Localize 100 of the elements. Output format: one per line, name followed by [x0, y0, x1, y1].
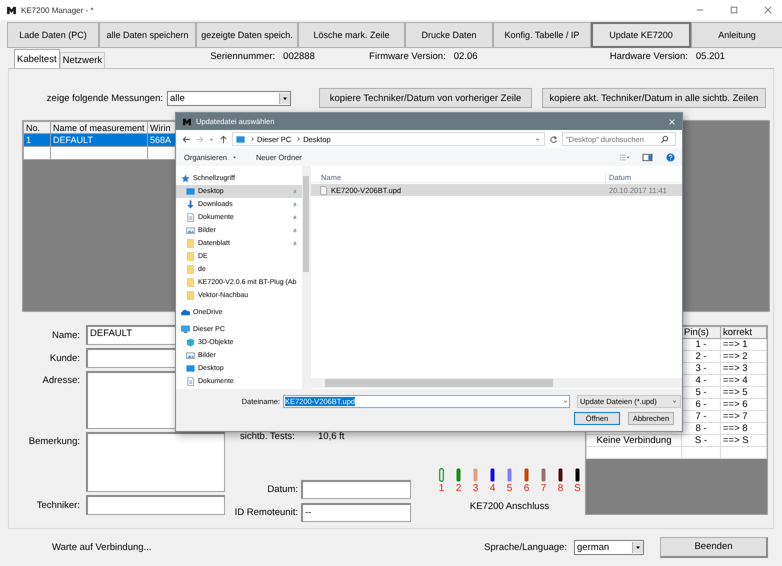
column-header[interactable]: No.: [24, 122, 50, 134]
dropdown-caret-icon[interactable]: [534, 136, 541, 142]
toolbar-button[interactable]: Drucke Daten: [405, 22, 493, 48]
table-cell: ==> 2: [723, 351, 748, 362]
preview-pane-icon[interactable]: [642, 152, 653, 162]
window-title: KE7200 Manager - *: [21, 6, 94, 14]
copy-button[interactable]: kopiere akt. Techniker/Datum in alle sichtb. Zeilen: [542, 88, 766, 108]
device-info-label: Hardware Version:: [610, 51, 689, 62]
table-cell: ==> 4: [723, 375, 748, 386]
app-icon: [182, 118, 192, 126]
maximize-icon[interactable]: [730, 6, 738, 14]
field-label: Techniker:: [36, 500, 80, 510]
app-icon: [6, 6, 17, 14]
table-cell: 7 -: [695, 411, 707, 422]
dropdown-caret-icon[interactable]: [562, 398, 569, 405]
table-cell: ==> 8: [723, 423, 748, 434]
tests-value: 10,6 ft: [318, 431, 344, 442]
pin-icon[interactable]: [292, 214, 298, 220]
device-info-value: 02.06: [452, 51, 479, 62]
table-cell: ==> 3: [723, 363, 748, 374]
scrollbar[interactable]: [302, 166, 310, 389]
cloud-icon: [181, 308, 190, 317]
document-icon: [186, 377, 195, 386]
table-cell: 1: [24, 134, 50, 146]
dropdown-caret-icon[interactable]: [671, 398, 678, 405]
table-cell: 5 -: [695, 387, 707, 398]
field-label: Datum:: [266, 484, 298, 495]
table-cell: ==> 7: [723, 411, 748, 422]
measurement-filter-dropdown[interactable]: alle: [167, 90, 291, 106]
close-icon[interactable]: [764, 6, 772, 14]
table-cell: 1 -: [695, 339, 707, 350]
toolbar-button[interactable]: Anleitung: [691, 22, 782, 48]
table-cell: 2 -: [695, 351, 707, 362]
field-label: Kunde:: [48, 352, 80, 364]
input-field[interactable]: [86, 495, 225, 515]
status-message: Warte auf Verbindung...: [52, 542, 152, 552]
pin-number: 3: [472, 483, 478, 494]
pin-number: 7: [540, 483, 546, 494]
table-cell: 3 -: [695, 363, 707, 374]
toolbar-button[interactable]: Lösche mark. Zeile: [298, 22, 405, 48]
view-options-icon[interactable]: [619, 152, 630, 162]
tab[interactable]: Kabeltest: [14, 49, 60, 68]
copy-button[interactable]: kopiere Techniker/Datum von vorheriger Zeile: [319, 88, 532, 108]
tab[interactable]: Netzwerk: [60, 52, 106, 68]
up-arrow-icon[interactable]: [219, 134, 228, 144]
file-icon: [319, 186, 328, 194]
toolbar-button[interactable]: Lade Daten (PC): [7, 22, 99, 48]
back-arrow-icon[interactable]: [182, 134, 191, 144]
table-cell: 8 -: [695, 423, 707, 434]
toolbar-button[interactable]: gezeigte Daten speich.: [196, 22, 298, 48]
device-info-value: 05.201: [694, 51, 725, 62]
field-label: Adresse:: [42, 374, 80, 386]
column-header[interactable]: Name of measurement: [50, 122, 148, 134]
download-icon: [186, 200, 195, 209]
tests-label: sichtb. Tests:: [240, 431, 296, 442]
toolbar-button[interactable]: Update KE7200: [591, 22, 691, 48]
field-label: Name:: [51, 330, 80, 340]
document-icon: [186, 213, 195, 222]
pin-number: 6: [524, 483, 530, 494]
computer-icon: [181, 325, 190, 334]
table-cell: 4 -: [695, 375, 707, 386]
desktop-icon: [186, 364, 195, 373]
desktop-icon: [186, 187, 195, 196]
pin-number: 1: [438, 483, 444, 494]
scrollbar[interactable]: [311, 378, 682, 388]
pin-icon[interactable]: [292, 202, 298, 208]
table-cell: ==> 5: [723, 387, 748, 398]
refresh-icon[interactable]: [549, 134, 558, 144]
language-label: Sprache/Language:: [484, 542, 567, 552]
toolbar-button[interactable]: alle Daten speichern: [99, 22, 196, 48]
table-cell: ==> 6: [723, 399, 748, 410]
toolbar-button[interactable]: Konfig. Tabelle / IP: [493, 22, 591, 48]
cube-icon: [186, 338, 195, 347]
exit-button[interactable]: Beenden: [660, 536, 768, 558]
pin-number: 8: [558, 483, 564, 494]
connector-caption: KE7200 Anschluss: [470, 501, 550, 512]
filter-label: zeige folgende Messungen:: [46, 92, 163, 104]
star-icon: [181, 174, 190, 183]
table-cell: 6 -: [695, 399, 707, 410]
table-cell: Keine Verbindung: [596, 435, 672, 446]
device-info-label: Seriennummer:: [210, 51, 276, 62]
field-label: Bemerkung:: [28, 435, 80, 447]
column-header[interactable]: korrekt: [720, 326, 766, 338]
column-header[interactable]: Pin(s): [682, 326, 720, 338]
table-cell: ==> 1: [723, 339, 748, 350]
search-icon[interactable]: [660, 134, 669, 144]
dropdown-caret-icon[interactable]: [208, 136, 215, 142]
pin-icon[interactable]: [292, 228, 298, 234]
chevron-right-icon: [250, 135, 255, 143]
pin-icon[interactable]: [292, 240, 298, 246]
pin-number: 2: [456, 483, 462, 494]
date-field[interactable]: [301, 480, 411, 499]
remote-id-field[interactable]: --: [301, 503, 411, 522]
field-label: ID Remoteunit:: [234, 507, 298, 518]
help-icon[interactable]: [665, 152, 676, 162]
computer-icon: [236, 134, 245, 144]
pin-number: 5: [506, 483, 512, 494]
text-area[interactable]: [86, 432, 225, 492]
language-dropdown[interactable]: german: [574, 540, 644, 554]
table-cell: S -: [694, 435, 708, 446]
